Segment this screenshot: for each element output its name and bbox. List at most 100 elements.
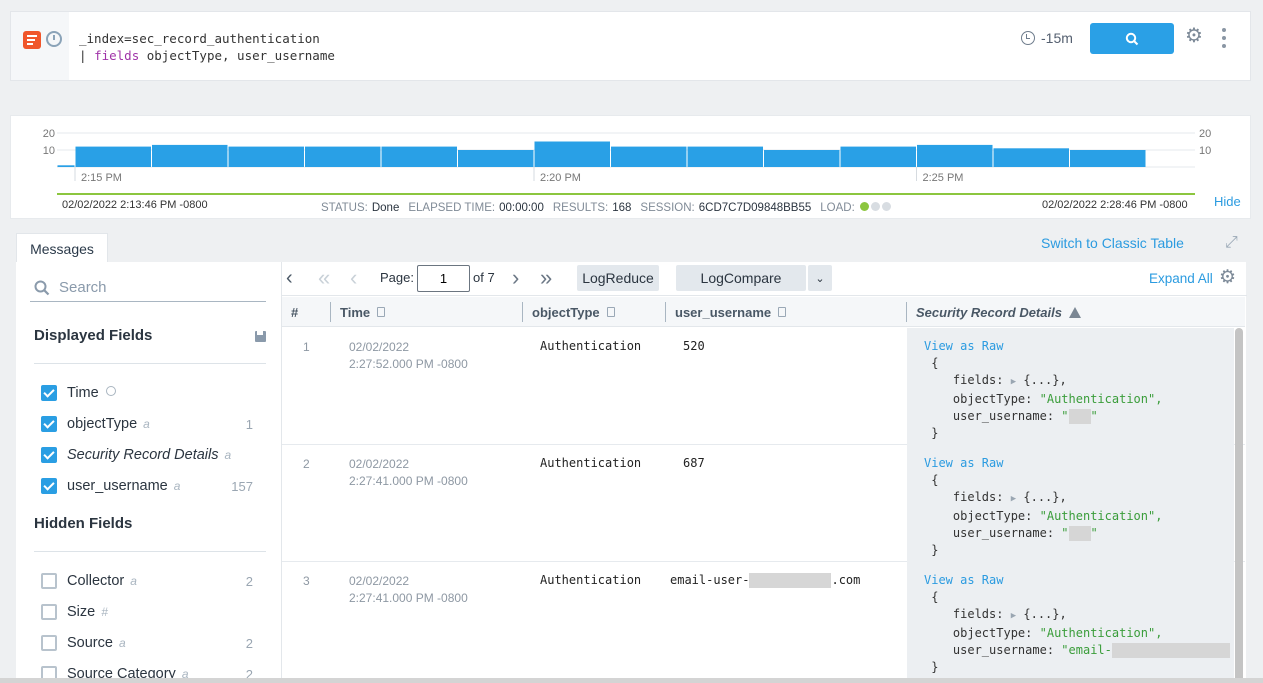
table-row[interactable]: 1 02/02/2022 2:27:52.000 PM -0800 Authent…	[282, 328, 1245, 445]
histogram-chart[interactable]: 10 10 20 20 2:15 PM 2:20 PM 2:25 PM	[11, 116, 1252, 198]
field-item[interactable]: Time	[41, 382, 271, 404]
next-page-button[interactable]: ›	[512, 266, 519, 290]
histogram-bar[interactable]	[687, 146, 764, 167]
copy-icon[interactable]	[778, 307, 787, 317]
histogram-bar[interactable]	[75, 146, 152, 167]
json-collapsed-object[interactable]: {...},	[1023, 607, 1066, 621]
view-as-raw-link[interactable]: View as Raw	[924, 339, 1003, 353]
hide-histogram-link[interactable]: Hide	[1214, 194, 1241, 209]
query-progress-line	[57, 193, 1195, 195]
hidden-fields-title: Hidden Fields	[34, 515, 133, 532]
json-key: user_username:	[952, 526, 1055, 540]
histogram-bar[interactable]	[228, 146, 305, 167]
search-icon	[34, 280, 50, 295]
row-time: 02/02/2022 2:27:41.000 PM -0800	[349, 456, 468, 490]
history-icon[interactable]	[46, 31, 62, 47]
table-row[interactable]: 3 02/02/2022 2:27:41.000 PM -0800 Authent…	[282, 562, 1245, 679]
col-header-user-username[interactable]: user_username	[675, 297, 787, 327]
field-count: 2	[245, 573, 253, 589]
histogram-bar[interactable]	[305, 146, 381, 167]
logcompare-button[interactable]: LogCompare	[676, 265, 806, 291]
expand-triangle-icon[interactable]: ▶	[1011, 494, 1016, 504]
row-objecttype: Authentication	[540, 573, 642, 587]
security-record-json: View as Raw { fields: ▶ {...}, objectTyp…	[907, 445, 1234, 562]
expand-all-link[interactable]: Expand All	[1149, 271, 1213, 286]
field-checkbox[interactable]	[41, 447, 57, 463]
histogram-bar[interactable]	[1070, 150, 1146, 167]
field-checkbox[interactable]	[41, 416, 57, 432]
field-checkbox[interactable]	[41, 385, 57, 401]
field-item[interactable]: Source a 2	[41, 632, 271, 654]
expand-triangle-icon[interactable]: ▶	[1011, 611, 1016, 621]
histogram-bar[interactable]	[152, 144, 228, 167]
switch-classic-table-link[interactable]: Switch to Classic Table	[1041, 235, 1184, 251]
logreduce-button[interactable]: LogReduce	[577, 265, 659, 291]
time-range-picker[interactable]: -15m	[1021, 30, 1073, 46]
query-editor[interactable]: _index=sec_record_authentication | field…	[79, 30, 335, 64]
histogram-bar[interactable]	[993, 148, 1070, 167]
histogram-bar[interactable]	[57, 165, 75, 167]
histogram-bar[interactable]	[534, 141, 611, 168]
field-item[interactable]: Security Record Details a	[41, 444, 271, 466]
save-icon[interactable]	[255, 331, 266, 342]
json-string: "Authentication",	[1039, 626, 1163, 640]
search-button[interactable]	[1090, 23, 1174, 54]
y-tick-label-left: 20	[43, 128, 55, 140]
table-settings-gear-icon[interactable]: ⚙	[1219, 266, 1236, 289]
log-search-icon[interactable]	[23, 31, 41, 49]
field-search-input[interactable]	[59, 279, 249, 296]
json-collapsed-object[interactable]: {...},	[1023, 490, 1066, 504]
field-checkbox[interactable]	[41, 635, 57, 651]
column-divider[interactable]	[665, 302, 666, 322]
table-scrollbar[interactable]	[1235, 328, 1243, 683]
field-checkbox[interactable]	[41, 573, 57, 589]
field-type-icon: a	[173, 479, 181, 493]
field-item[interactable]: Size #	[41, 601, 271, 623]
histogram-bar[interactable]	[917, 144, 993, 167]
expand-triangle-icon[interactable]: ▶	[1011, 377, 1016, 387]
field-count: 2	[245, 635, 253, 651]
row-time: 02/02/2022 2:27:41.000 PM -0800	[349, 573, 468, 607]
row-number: 3	[303, 574, 310, 588]
field-item[interactable]: Collector a 2	[41, 570, 271, 592]
prev-page-button[interactable]: ‹	[350, 266, 357, 290]
view-as-raw-link[interactable]: View as Raw	[924, 456, 1003, 470]
first-page-button[interactable]: «	[318, 266, 330, 290]
copy-icon[interactable]	[377, 307, 386, 317]
field-search[interactable]	[30, 274, 266, 302]
json-collapsed-object[interactable]: {...},	[1023, 373, 1066, 387]
field-checkbox[interactable]	[41, 478, 57, 494]
view-as-raw-link[interactable]: View as Raw	[924, 573, 1003, 587]
field-item[interactable]: user_username a 157	[41, 475, 271, 497]
row-timestamp: 2:27:41.000 PM -0800	[349, 591, 468, 605]
histogram-bar[interactable]	[381, 146, 458, 167]
table-row[interactable]: 2 02/02/2022 2:27:41.000 PM -0800 Authent…	[282, 445, 1245, 562]
field-checkbox[interactable]	[41, 604, 57, 620]
col-header-security-record-details[interactable]: Security Record Details	[916, 297, 1081, 327]
column-divider[interactable]	[522, 302, 523, 322]
histogram-bar[interactable]	[840, 146, 917, 167]
histogram-bar[interactable]	[764, 150, 840, 167]
logcompare-dropdown-chevron-icon[interactable]: ⌄	[808, 265, 832, 291]
query-icons-gutter	[11, 12, 69, 80]
json-string: " "	[1061, 526, 1098, 541]
col-header-objecttype[interactable]: objectType	[532, 297, 615, 327]
column-divider[interactable]	[906, 302, 907, 322]
copy-icon[interactable]	[606, 307, 615, 317]
column-divider[interactable]	[330, 302, 331, 322]
kebab-menu-icon[interactable]	[1222, 28, 1226, 48]
collapse-sidebar-button[interactable]: ‹	[286, 266, 293, 290]
col-header-time[interactable]: Time	[340, 297, 386, 327]
load-dot	[859, 202, 869, 211]
last-page-button[interactable]: »	[540, 266, 552, 290]
gear-icon[interactable]: ⚙	[1185, 23, 1203, 48]
histogram-bar[interactable]	[458, 150, 534, 167]
field-item[interactable]: objectType a 1	[41, 413, 271, 435]
row-date: 02/02/2022	[349, 457, 410, 471]
page-number-input[interactable]	[417, 265, 470, 292]
query-keyword: fields	[94, 48, 140, 63]
row-objecttype: Authentication	[540, 339, 642, 353]
histogram-bar[interactable]	[611, 146, 687, 167]
tab-messages[interactable]: Messages	[16, 233, 108, 263]
fullscreen-expand-icon[interactable]: ⤢	[1225, 234, 1238, 252]
